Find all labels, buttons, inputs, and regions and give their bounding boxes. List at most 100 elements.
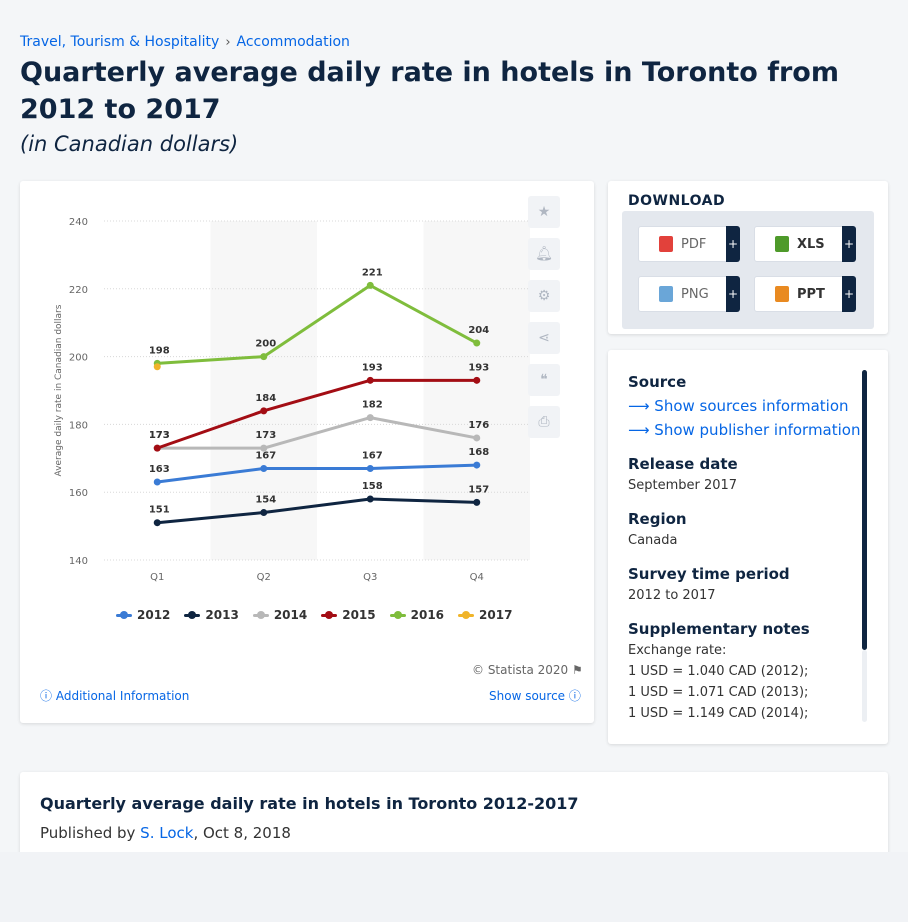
data-point-2013 bbox=[473, 498, 481, 506]
data-point-2013 bbox=[260, 509, 268, 517]
data-label-2016: 200 bbox=[255, 339, 276, 350]
info-icon: ⓘ bbox=[40, 689, 53, 703]
download-grid: PDF + XLS + PNG + PPT + bbox=[622, 211, 874, 329]
data-label-2015: 193 bbox=[362, 362, 383, 373]
y-tick-label: 220 bbox=[69, 285, 88, 296]
legend-swatch bbox=[389, 610, 406, 619]
publication-title: Quarterly average daily rate in hotels i… bbox=[40, 794, 579, 813]
plus-icon[interactable]: + bbox=[726, 276, 740, 312]
survey-period-value: 2012 to 2017 bbox=[628, 588, 716, 603]
legend-item-2014[interactable]: 2014 bbox=[252, 608, 308, 622]
breadcrumb-item-travel[interactable]: Travel, Tourism & Hospitality bbox=[20, 34, 219, 50]
png-file-icon bbox=[659, 286, 673, 302]
plus-icon[interactable]: + bbox=[842, 276, 856, 312]
data-label-2012: 168 bbox=[468, 447, 489, 458]
author-link[interactable]: S. Lock bbox=[140, 824, 193, 842]
legend-item-2013[interactable]: 2013 bbox=[184, 608, 239, 622]
legend-swatch bbox=[321, 610, 338, 619]
pdf-file-icon bbox=[659, 236, 673, 252]
region-heading: Region bbox=[628, 510, 687, 528]
show-publisher-link[interactable]: ⟶ Show publisher information bbox=[628, 421, 860, 439]
supplementary-notes-heading: Supplementary notes bbox=[628, 620, 810, 638]
plus-icon[interactable]: + bbox=[842, 226, 856, 262]
star-icon[interactable]: ★ bbox=[528, 196, 560, 228]
print-icon[interactable]: ⎙ bbox=[528, 406, 560, 438]
legend-item-2012[interactable]: 2012 bbox=[116, 608, 170, 622]
show-source-link[interactable]: Show source ⓘ bbox=[489, 687, 581, 704]
download-png-button[interactable]: PNG + bbox=[638, 276, 740, 312]
scrollbar-track[interactable] bbox=[862, 650, 867, 722]
legend-label: 2014 bbox=[273, 608, 308, 622]
download-pdf-button[interactable]: PDF + bbox=[638, 226, 740, 262]
statista-copyright: © Statista 2020 ⚑ bbox=[472, 663, 583, 677]
data-point-2015 bbox=[473, 376, 481, 384]
download-card: DOWNLOAD PDF + XLS + PNG + PPT + bbox=[608, 181, 888, 334]
data-label-2015: 193 bbox=[468, 362, 489, 373]
notes-line: 1 USD = 1.040 CAD (2012); bbox=[628, 664, 809, 679]
data-point-2014 bbox=[260, 444, 268, 452]
show-sources-link[interactable]: ⟶ Show sources information bbox=[628, 397, 849, 415]
legend-label: 2015 bbox=[342, 608, 376, 622]
y-tick-label: 140 bbox=[69, 556, 88, 567]
data-label-2013: 154 bbox=[255, 495, 276, 506]
x-tick-label: Q4 bbox=[470, 572, 484, 583]
data-point-2012 bbox=[366, 464, 374, 472]
download-ppt-button[interactable]: PPT + bbox=[754, 276, 856, 312]
line-chart: 140 160 180 200 220 240 Q1 Q2 Q3 Q4 Average daily … bbox=[54, 217, 530, 583]
y-axis-label: Average daily rate in Canadian dollars bbox=[54, 304, 64, 476]
plot-band bbox=[423, 221, 530, 560]
data-point-2012 bbox=[473, 461, 481, 469]
download-xls-button[interactable]: XLS + bbox=[754, 226, 856, 262]
footer-band bbox=[0, 852, 908, 922]
data-label-2014: 173 bbox=[255, 430, 276, 441]
notes-line: 1 USD = 1.149 CAD (2014); bbox=[628, 706, 809, 721]
data-point-2012 bbox=[260, 464, 268, 472]
data-point-2014 bbox=[366, 414, 374, 422]
statistic-info-card: Source ⟶ Show sources information ⟶ Show… bbox=[608, 350, 888, 744]
additional-information-link[interactable]: ⓘ Additional Information bbox=[40, 687, 189, 704]
x-tick-label: Q2 bbox=[257, 572, 271, 583]
bell-icon[interactable]: 🔔︎ bbox=[528, 238, 560, 270]
arrow-right-icon: ⟶ bbox=[628, 421, 650, 439]
arrow-right-icon: ⟶ bbox=[628, 397, 650, 415]
data-label-2013: 157 bbox=[468, 484, 489, 495]
breadcrumb-separator: › bbox=[225, 34, 231, 50]
survey-period-heading: Survey time period bbox=[628, 565, 790, 583]
legend-item-2016[interactable]: 2016 bbox=[389, 608, 445, 622]
share-icon[interactable]: ⋖ bbox=[528, 322, 560, 354]
chart-toolbar: ★ 🔔︎ ⚙ ⋖ ❝ ⎙ bbox=[528, 196, 560, 438]
page-title: Quarterly average daily rate in hotels i… bbox=[20, 57, 839, 125]
gear-icon[interactable]: ⚙ bbox=[528, 280, 560, 312]
publication-byline: Published by S. Lock, Oct 8, 2018 bbox=[40, 824, 291, 842]
data-point-2012 bbox=[153, 478, 161, 486]
legend-label: 2012 bbox=[137, 608, 171, 622]
data-label-2016: 198 bbox=[149, 345, 170, 356]
quote-icon[interactable]: ❝ bbox=[528, 364, 560, 396]
legend-label: 2013 bbox=[205, 608, 239, 622]
notes-line: 1 USD = 1.071 CAD (2013); bbox=[628, 685, 809, 700]
legend-label: 2016 bbox=[410, 608, 445, 622]
flag-icon[interactable]: ⚑ bbox=[572, 663, 583, 677]
legend-item-2015[interactable]: 2015 bbox=[321, 608, 376, 622]
y-tick-label: 200 bbox=[69, 353, 88, 364]
data-point-2016 bbox=[366, 281, 374, 289]
legend-swatch bbox=[252, 610, 269, 619]
y-tick-label: 180 bbox=[69, 420, 88, 431]
y-tick-label: 160 bbox=[69, 488, 88, 499]
data-label-2013: 158 bbox=[362, 481, 383, 492]
legend-swatch bbox=[184, 610, 201, 619]
x-tick-label: Q1 bbox=[150, 572, 164, 583]
plus-icon[interactable]: + bbox=[726, 226, 740, 262]
data-point-2017 bbox=[153, 363, 161, 371]
chart-legend: 2012 2013 2014 2015 2016 2017 bbox=[116, 608, 512, 622]
legend-swatch bbox=[458, 610, 475, 619]
data-point-2016 bbox=[473, 339, 481, 347]
data-point-2016 bbox=[260, 353, 268, 361]
y-tick-label: 240 bbox=[69, 217, 88, 228]
chart-card: 140 160 180 200 220 240 Q1 Q2 Q3 Q4 Average daily … bbox=[20, 181, 594, 723]
legend-item-2017[interactable]: 2017 bbox=[458, 608, 512, 622]
x-tick-label: Q3 bbox=[363, 572, 377, 583]
scrollbar-thumb[interactable] bbox=[862, 370, 867, 650]
data-label-2012: 167 bbox=[362, 450, 383, 461]
breadcrumb-item-accommodation[interactable]: Accommodation bbox=[237, 34, 350, 50]
